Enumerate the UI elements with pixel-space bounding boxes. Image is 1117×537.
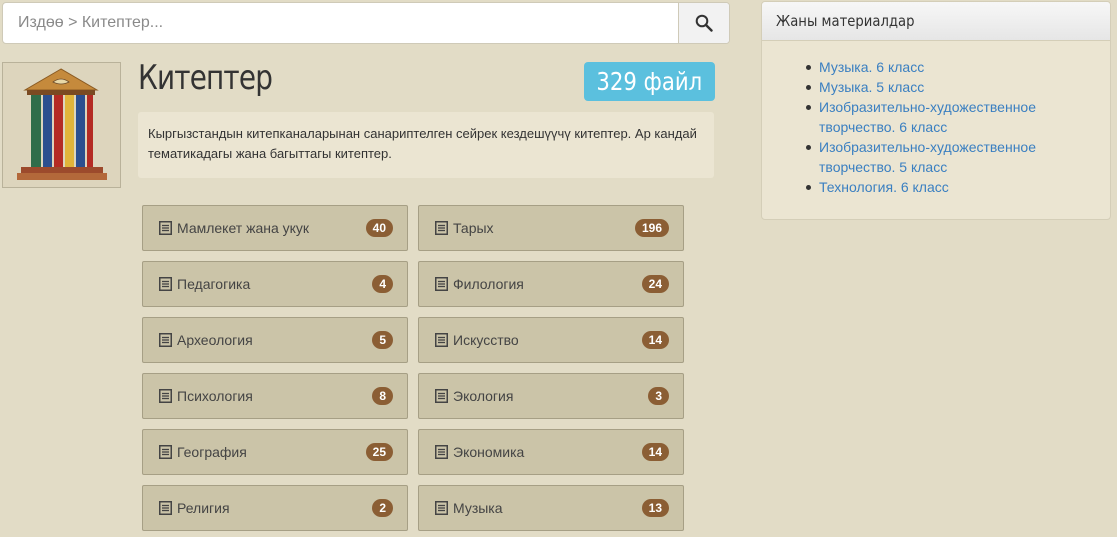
document-icon: [435, 333, 448, 347]
count-badge: 2: [372, 499, 393, 517]
new-materials-list: Музыка. 6 класс Музыка. 5 класс Изобрази…: [762, 57, 1110, 197]
subcategory-item[interactable]: География 25: [142, 429, 408, 475]
subcategory-item[interactable]: Музыка 13: [418, 485, 684, 531]
count-badge: 14: [641, 331, 669, 349]
material-link[interactable]: Музыка. 6 класс: [819, 59, 924, 75]
subcategory-label: Археология: [177, 332, 253, 348]
document-icon: [435, 277, 448, 291]
count-badge: 13: [641, 499, 669, 517]
material-link[interactable]: Музыка. 5 класс: [819, 79, 924, 95]
material-link[interactable]: Технология. 6 класс: [819, 179, 949, 195]
list-item: Музыка. 6 класс: [806, 57, 1110, 77]
file-count-label: 329 файл: [596, 67, 703, 96]
count-badge: 40: [365, 219, 393, 237]
subcategory-label: Искусство: [453, 332, 519, 348]
subcategory-label: Религия: [177, 500, 230, 516]
subcategory-label: Экономика: [453, 444, 525, 460]
list-item: Изобразительно-художественное творчество…: [806, 97, 1110, 137]
material-link[interactable]: Изобразительно-художественное творчество…: [819, 99, 1036, 135]
subcategory-item[interactable]: Мамлекет жана укук 40: [142, 205, 408, 251]
subcategory-item[interactable]: Педагогика 4: [142, 261, 408, 307]
subcategory-label: География: [177, 444, 247, 460]
subcategory-item[interactable]: Тарых 196: [418, 205, 684, 251]
document-icon: [435, 389, 448, 403]
search-input[interactable]: [3, 3, 678, 43]
subcategory-item[interactable]: Психология 8: [142, 373, 408, 419]
list-item: Технология. 6 класс: [806, 177, 1110, 197]
subcategory-item[interactable]: Экономика 14: [418, 429, 684, 475]
subcategory-label: Экология: [453, 388, 514, 404]
list-item: Изобразительно-художественное творчество…: [806, 137, 1110, 177]
count-badge: 196: [634, 219, 669, 237]
subcategory-item[interactable]: Религия 2: [142, 485, 408, 531]
count-badge: 4: [372, 275, 393, 293]
search-button[interactable]: [678, 3, 729, 43]
page-title: Китептер: [138, 58, 273, 98]
document-icon: [159, 389, 172, 403]
category-image: [2, 62, 121, 188]
count-badge: 3: [648, 387, 669, 405]
subcategory-item[interactable]: Экология 3: [418, 373, 684, 419]
new-materials-panel: Жаны материалдар Музыка. 6 класс Музыка.…: [761, 1, 1111, 220]
file-count-badge: 329 файл: [584, 62, 715, 101]
document-icon: [435, 445, 448, 459]
subcategory-label: Психология: [177, 388, 253, 404]
subcategory-item[interactable]: Искусство 14: [418, 317, 684, 363]
panel-heading: Жаны материалдар: [762, 2, 1110, 41]
count-badge: 5: [372, 331, 393, 349]
subcategory-label: Мамлекет жана укук: [177, 220, 310, 236]
list-item: Музыка. 5 класс: [806, 77, 1110, 97]
document-icon: [159, 333, 172, 347]
count-badge: 8: [372, 387, 393, 405]
subcategory-label: Тарых: [453, 220, 494, 236]
count-badge: 25: [365, 443, 393, 461]
subcategory-label: Музыка: [453, 500, 503, 516]
document-icon: [435, 221, 448, 235]
subcategory-item[interactable]: Филология 24: [418, 261, 684, 307]
category-description: Кыргызстандын китепканаларынан санарипте…: [138, 112, 714, 178]
subcategory-label: Филология: [453, 276, 524, 292]
count-badge: 24: [641, 275, 669, 293]
count-badge: 14: [641, 443, 669, 461]
document-icon: [159, 501, 172, 515]
search-bar: [2, 2, 730, 44]
document-icon: [435, 501, 448, 515]
search-icon: [695, 14, 713, 32]
material-link[interactable]: Изобразительно-художественное творчество…: [819, 139, 1036, 175]
document-icon: [159, 277, 172, 291]
subcategory-label: Педагогика: [177, 276, 251, 292]
document-icon: [159, 221, 172, 235]
subcategory-item[interactable]: Археология 5: [142, 317, 408, 363]
document-icon: [159, 445, 172, 459]
panel-title: Жаны материалдар: [776, 12, 915, 30]
